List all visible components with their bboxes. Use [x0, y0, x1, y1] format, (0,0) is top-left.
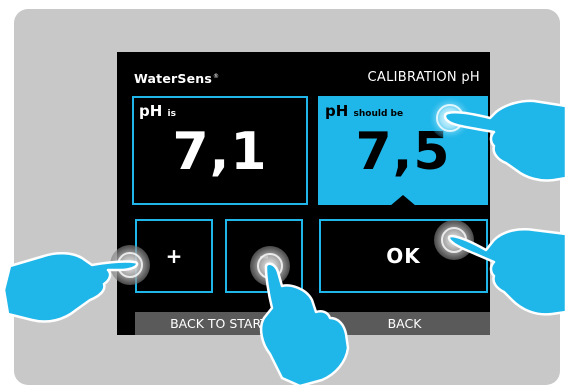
touch-overlay	[2, 97, 566, 388]
hand-pointer-icon	[443, 99, 566, 182]
hand-pointer-icon	[259, 262, 350, 388]
hand-pointer-icon	[447, 228, 566, 316]
hand-pointer-icon	[2, 252, 139, 323]
